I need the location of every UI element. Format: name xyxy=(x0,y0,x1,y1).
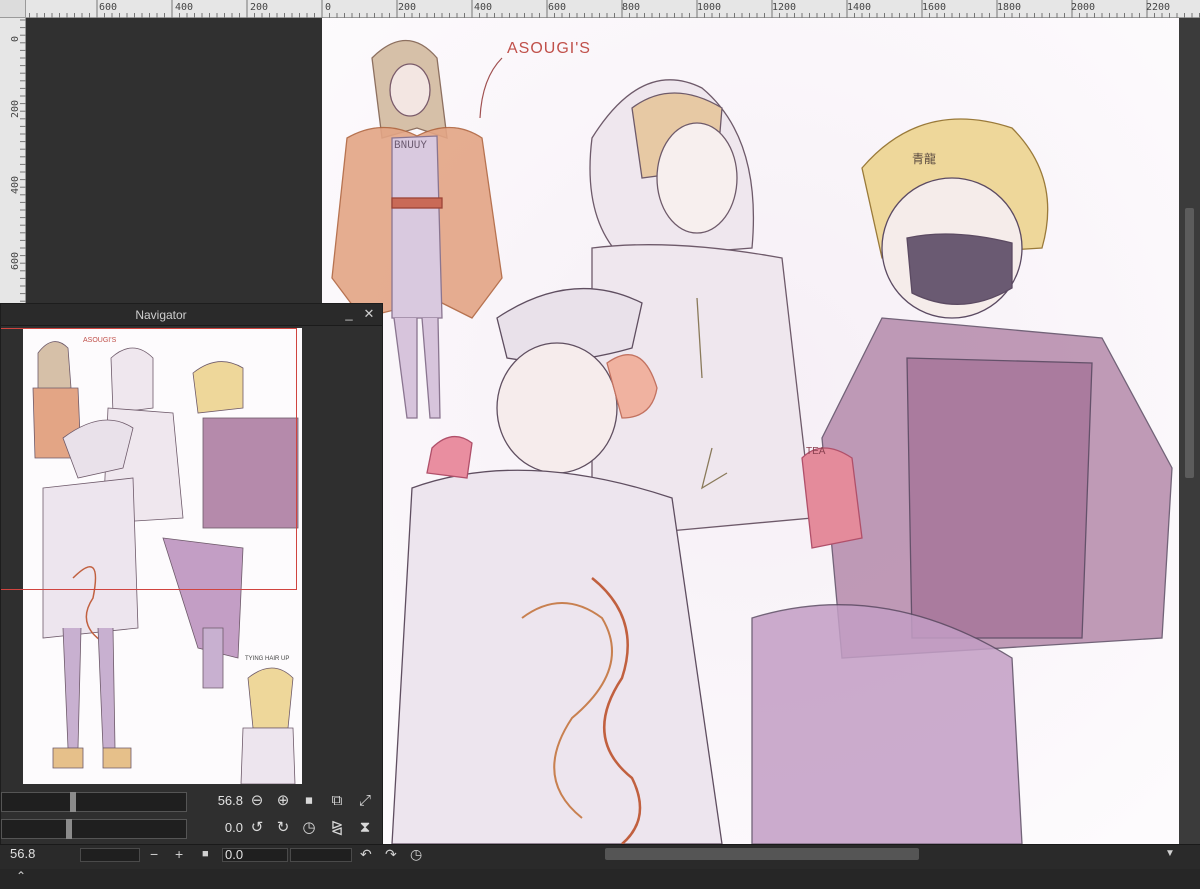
ruler-label: 2000 xyxy=(1071,2,1096,13)
ruler-label: 400 xyxy=(474,2,493,13)
ruler-label: 600 xyxy=(548,2,567,13)
ruler-label: 800 xyxy=(622,2,641,13)
ruler-label: 600 xyxy=(99,2,118,13)
navigator-titlebar[interactable]: Navigator _ ✕ xyxy=(1,304,382,326)
ruler-label: 1000 xyxy=(697,2,722,13)
status-zoom-out-icon[interactable]: − xyxy=(150,846,158,862)
shirt-text: BNUUY xyxy=(394,140,428,152)
ruler-label: 1200 xyxy=(772,2,797,13)
ruler-label: 1600 xyxy=(922,2,947,13)
sketch-artwork xyxy=(322,18,1179,844)
ruler-label: 400 xyxy=(175,2,194,13)
status-rotation-slider[interactable] xyxy=(290,848,352,862)
stop-icon[interactable]: ⏹ xyxy=(299,791,319,811)
navigator-thumbnail: ASOUGI'S TYING HAIR UP xyxy=(23,328,302,784)
scroll-down-icon[interactable]: ▼ xyxy=(1165,848,1175,859)
app-window: 600 400 200 0 200 400 600 800 1000 1200 … xyxy=(0,0,1200,889)
rotate-right-icon[interactable]: ↻ xyxy=(273,818,293,838)
status-reset-rotation-icon[interactable]: ◷ xyxy=(410,846,422,863)
ruler-label: 0 xyxy=(10,35,21,42)
zoom-slider-knob[interactable] xyxy=(70,792,76,812)
scrollbar-thumb[interactable] xyxy=(1185,208,1194,478)
horizontal-ruler: 600 400 200 0 200 400 600 800 1000 1200 … xyxy=(0,0,1200,18)
flip-vertical-icon[interactable]: ⧗ xyxy=(355,818,375,838)
ruler-label: 600 xyxy=(10,251,21,270)
rotation-row: 0.0 ↺ ↻ ◷ ⧎ ⧗ xyxy=(1,815,382,841)
ruler-corner xyxy=(0,0,26,18)
status-rotation-value[interactable]: 0.0 xyxy=(222,848,288,862)
zoom-out-icon[interactable]: ⊖ xyxy=(247,791,267,811)
status-zoom-slider[interactable] xyxy=(80,848,140,862)
nav-label-asougi: ASOUGI'S xyxy=(83,337,117,344)
rotation-slider-knob[interactable] xyxy=(66,819,72,839)
rotate-left-icon[interactable]: ↺ xyxy=(247,818,267,838)
horizontal-scrollbar-thumb[interactable] xyxy=(605,848,919,860)
vertical-scrollbar[interactable] xyxy=(1179,18,1200,844)
expand-up-icon[interactable]: ⌃ xyxy=(16,869,26,883)
zoom-row: 56.8 ⊖ ⊕ ⏹ ⧉ ⤢ xyxy=(1,788,382,814)
status-rotate-left-icon[interactable]: ↶ xyxy=(360,846,372,863)
status-bar-lower: ⌃ xyxy=(0,869,1200,889)
zoom-value: 56.8 xyxy=(217,793,243,808)
fullscreen-icon[interactable]: ⤢ xyxy=(355,791,375,811)
minimize-icon[interactable]: _ xyxy=(341,306,357,322)
sketch-label-asougi: ASOUGI'S xyxy=(507,40,591,57)
rotation-value: 0.0 xyxy=(224,820,243,835)
beanie-text: 青龍 xyxy=(912,152,937,166)
status-rotate-right-icon[interactable]: ↷ xyxy=(385,846,397,863)
ruler-label: 200 xyxy=(398,2,417,13)
ruler-label: 1400 xyxy=(847,2,872,13)
status-bar: 56.8 − + ■ 0.0 ↶ ↷ ◷ ▼ ⌃ xyxy=(0,844,1200,889)
zoom-in-icon[interactable]: ⊕ xyxy=(273,791,293,811)
status-stop-icon[interactable]: ■ xyxy=(202,848,209,860)
drawing-canvas[interactable]: ASOUGI'S BNUUY 青龍 TEA xyxy=(322,18,1179,844)
ruler-label: 2200 xyxy=(1146,2,1171,13)
zoom-slider[interactable] xyxy=(1,792,187,812)
ruler-label: 0 xyxy=(325,2,332,13)
ruler-label: 400 xyxy=(10,175,21,194)
reset-rotation-icon[interactable]: ◷ xyxy=(299,818,319,838)
ruler-label: 200 xyxy=(250,2,269,13)
navigator-title: Navigator xyxy=(135,308,187,322)
close-icon[interactable]: ✕ xyxy=(361,306,377,322)
nav-label-tying: TYING HAIR UP xyxy=(245,656,289,662)
fit-window-icon[interactable]: ⧉ xyxy=(327,791,347,811)
navigator-panel: Navigator _ ✕ ASOUGI'S TYING HAIR UP 56.… xyxy=(0,303,383,845)
rotation-slider[interactable] xyxy=(1,819,187,839)
cup-text: TEA xyxy=(806,446,826,457)
ruler-label: 1800 xyxy=(997,2,1022,13)
flip-horizontal-icon[interactable]: ⧎ xyxy=(327,818,347,838)
navigator-preview[interactable]: ASOUGI'S TYING HAIR UP xyxy=(23,328,302,784)
ruler-label: 200 xyxy=(10,99,21,118)
status-zoom-in-icon[interactable]: + xyxy=(175,846,183,862)
